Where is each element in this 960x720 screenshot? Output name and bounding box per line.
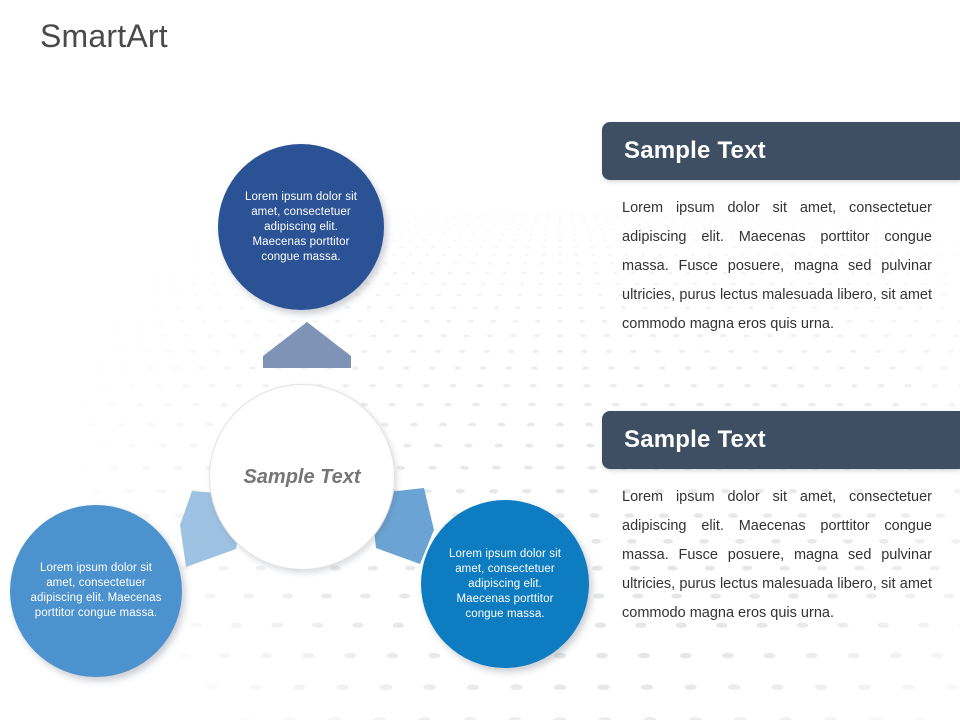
diagram-node-bottom-right-label: Lorem ipsum dolor sit amet, consectetuer…	[448, 547, 562, 620]
content-panel-1-header[interactable]: Sample Text	[602, 122, 960, 180]
content-panel-2-body: Lorem ipsum dolor sit amet, consectetuer…	[622, 489, 932, 621]
diagram-node-bottom-right[interactable]: Lorem ipsum dolor sit amet, consectetuer…	[421, 500, 589, 668]
diagram-node-top[interactable]: Lorem ipsum dolor sit amet, consectetuer…	[218, 144, 384, 310]
content-panel-1: Sample Text Lorem ipsum dolor sit amet, …	[602, 122, 960, 339]
diagram-node-bottom-left-label: Lorem ipsum dolor sit amet, consectetuer…	[30, 562, 162, 619]
diagram-node-bottom-left[interactable]: Lorem ipsum dolor sit amet, consectetuer…	[10, 505, 182, 677]
diagram-node-top-label: Lorem ipsum dolor sit amet, consectetuer…	[244, 190, 358, 263]
arrow-up-icon	[263, 322, 351, 368]
page-title: SmartArt	[40, 18, 168, 54]
diagram-center-node-label: Sample Text	[243, 465, 361, 488]
content-panel-2: Sample Text Lorem ipsum dolor sit amet, …	[602, 411, 960, 628]
content-panel-2-header[interactable]: Sample Text	[602, 411, 960, 469]
content-panel-1-body: Lorem ipsum dolor sit amet, consectetuer…	[622, 200, 932, 332]
content-panel-2-header-label: Sample Text	[624, 426, 766, 453]
slide-canvas: SmartArt Lorem ipsum dolor sit amet, con…	[0, 0, 960, 720]
content-panel-1-header-label: Sample Text	[624, 137, 766, 164]
diagram-center-node[interactable]: Sample Text	[209, 384, 395, 570]
